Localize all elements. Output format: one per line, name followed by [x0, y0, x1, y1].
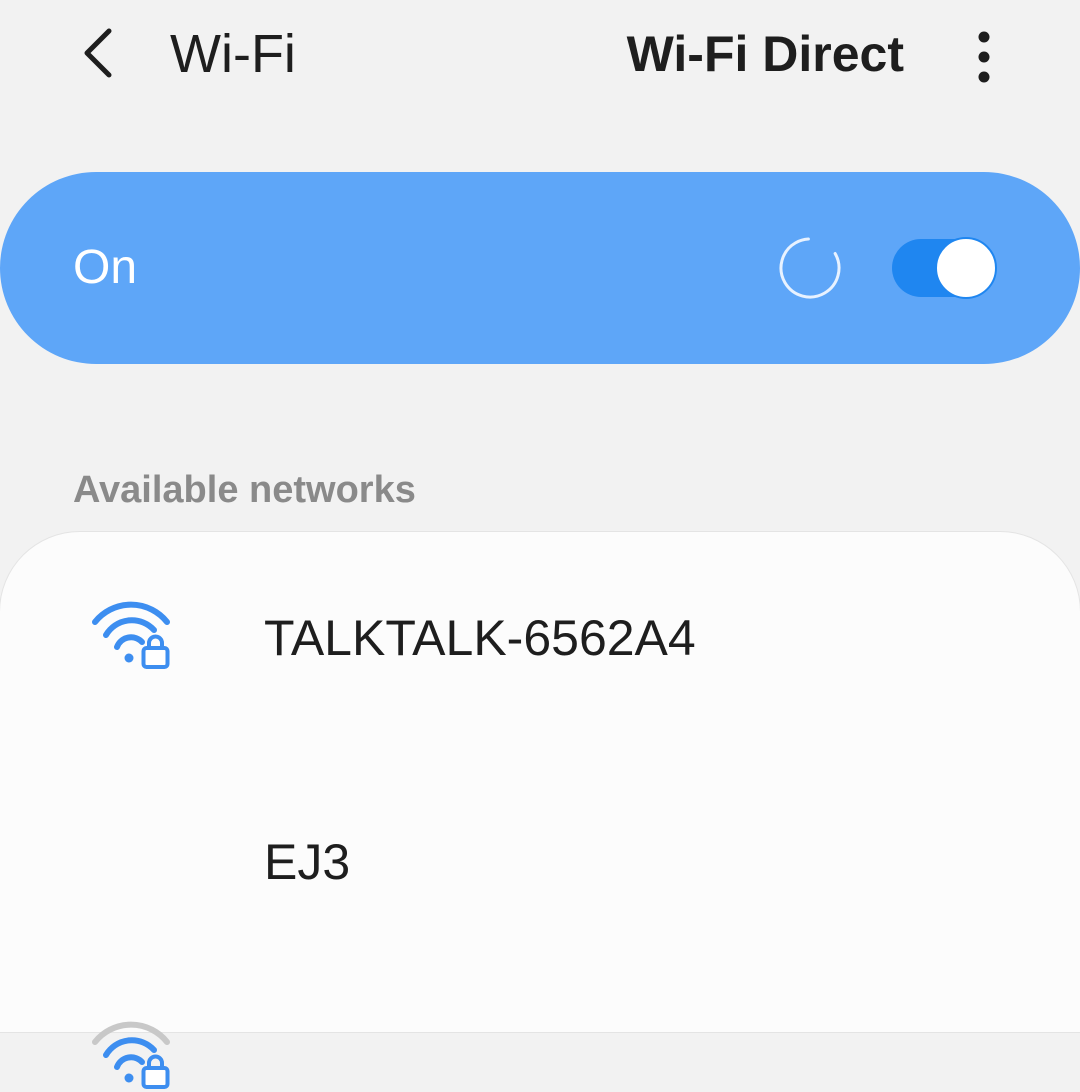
wifi-direct-button[interactable]: Wi-Fi Direct [627, 22, 904, 86]
network-name: TALKTALK-6562A4 [264, 610, 696, 666]
wifi-lock-icon [92, 601, 170, 669]
toggle-state-label: On [73, 241, 138, 294]
available-networks-heading: Available networks [73, 469, 416, 511]
app-header: Wi-Fi Wi-Fi Direct [0, 0, 1080, 110]
more-vertical-icon [978, 31, 990, 83]
back-button[interactable] [62, 18, 132, 88]
network-item[interactable]: EJ3 [0, 744, 1080, 1089]
page-title: Wi-Fi [170, 24, 296, 84]
network-item[interactable]: TALKTALK-6562A4 [0, 532, 1080, 742]
wifi-lock-icon [92, 1021, 170, 1089]
network-list: TALKTALK-6562A4 EJ3 [0, 532, 1080, 1089]
chevron-left-icon [84, 28, 112, 78]
network-name: EJ3 [264, 834, 351, 890]
wifi-master-toggle-card[interactable]: On [0, 172, 1080, 364]
more-options-button[interactable] [954, 20, 1014, 90]
scanning-spinner-icon [779, 237, 841, 299]
wifi-toggle-switch[interactable] [891, 236, 998, 300]
